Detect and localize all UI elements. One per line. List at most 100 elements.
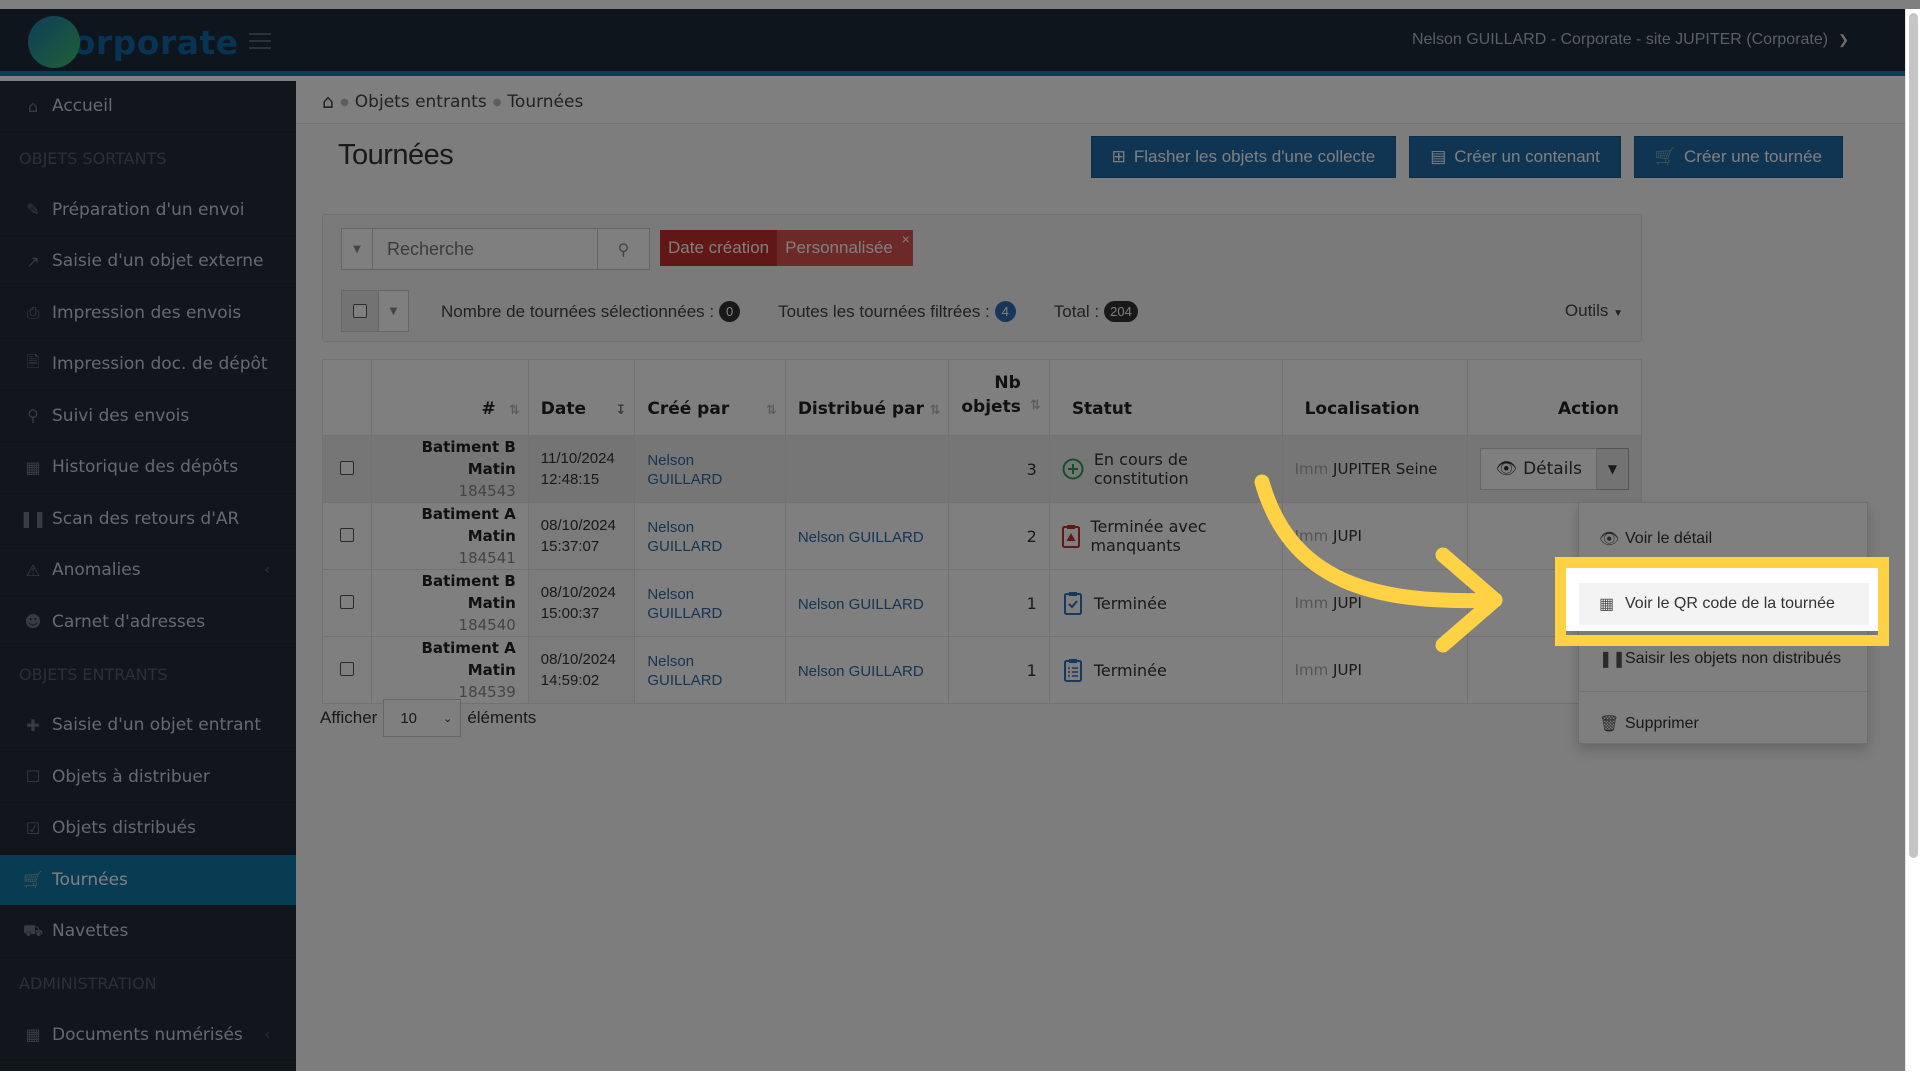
- distributed-by-link[interactable]: Nelson GUILLARD: [798, 663, 924, 680]
- menu-item-enter-undistributed[interactable]: ❚❚ Saisir les objets non distribués: [1579, 639, 1867, 679]
- column-id[interactable]: # ⇅: [371, 359, 529, 436]
- column-nb-objects[interactable]: Nb objets ⇅: [948, 359, 1050, 436]
- sidebar-item-print-deposit[interactable]: 🗎 Impression doc. de dépôt: [0, 339, 296, 391]
- cart-icon: 🛒: [23, 870, 43, 890]
- scrollbar-thumb[interactable]: [1909, 13, 1918, 858]
- menu-item-view-detail[interactable]: 👁 Voir le détail: [1579, 519, 1867, 559]
- qrcode-icon: ▦: [1599, 596, 1615, 613]
- row-checkbox[interactable]: [340, 527, 355, 542]
- page-size-control: Afficher 10 ⌄ éléments: [320, 699, 536, 737]
- location-text: JUPI: [1333, 661, 1362, 679]
- tour-time: 15:00:37: [540, 605, 600, 622]
- flash-collection-button[interactable]: ⊞ Flasher les objets d'une collecte: [1090, 136, 1397, 178]
- filter-tag-date[interactable]: Date création Personnalisée ×: [660, 230, 913, 266]
- search-button[interactable]: ⚲: [598, 228, 650, 270]
- sidebar-item-ar-scan[interactable]: ❚❚ Scan des retours d'AR: [0, 494, 296, 545]
- breadcrumb: ⌂ ● Objets entrants ● Tournées: [296, 81, 1905, 124]
- tools-dropdown[interactable]: Outils ▼: [1565, 301, 1623, 321]
- truck-icon: ⛟: [22, 920, 44, 940]
- select-all-checkbox[interactable]: [341, 290, 379, 332]
- search-input[interactable]: [373, 228, 598, 270]
- total-count: Total :204: [1054, 301, 1138, 322]
- distributed-by-link[interactable]: Nelson GUILLARD: [798, 529, 924, 546]
- sidebar-item-scanned-documents[interactable]: ▦ Documents numérisés ‹: [0, 1010, 296, 1061]
- filter-tag-key: Date création: [660, 230, 778, 266]
- tour-id: 184541: [458, 549, 516, 567]
- sidebar-item-external-object[interactable]: ↗ Saisie d'un objet externe: [0, 236, 296, 288]
- create-container-button[interactable]: ▤ Créer un contenant: [1409, 136, 1621, 178]
- sort-desc-icon: ↧: [615, 403, 627, 418]
- table-row[interactable]: Batiment A Matin 184541 08/10/2024 15:37:0…: [321, 502, 1642, 570]
- nb-objects: 1: [948, 636, 1050, 704]
- sidebar-item-incoming-entry[interactable]: ✚ Saisie d'un objet entrant: [0, 700, 296, 752]
- created-by-link[interactable]: Nelson GUILLARD: [647, 586, 722, 622]
- clipboard-list-icon: [1062, 658, 1084, 682]
- column-distributed-by[interactable]: Distribué par ⇅: [784, 359, 950, 436]
- home-icon[interactable]: ⌂: [322, 91, 334, 113]
- distributed-by-link[interactable]: Nelson GUILLARD: [798, 596, 924, 613]
- breadcrumb-incoming[interactable]: Objets entrants: [355, 92, 487, 112]
- search-icon: ⚲: [617, 239, 630, 259]
- sidebar-item-preparation[interactable]: ✎ Préparation d'un envoi: [0, 185, 296, 236]
- sidebar-section-incoming: OBJETS ENTRANTS: [19, 664, 168, 684]
- create-tour-button[interactable]: 🛒 Créer une tournée: [1633, 136, 1843, 178]
- tour-name: Batiment A Matin: [421, 639, 516, 679]
- spotlight-menu-item[interactable]: ▦ Voir le QR code de la tournée: [1562, 568, 1882, 631]
- plus-icon: ✚: [26, 715, 40, 735]
- sidebar-item-home[interactable]: ⌂ Accueil: [0, 81, 296, 133]
- sidebar-item-tournees[interactable]: 🛒 Tournées: [0, 854, 296, 906]
- pencil-icon: ✎: [26, 200, 40, 220]
- cart-plus-icon: 🛒: [1654, 147, 1677, 166]
- bulk-select-group: ▼: [341, 290, 409, 332]
- page-size-select[interactable]: 10 ⌄: [383, 699, 462, 737]
- sidebar-section-admin: ADMINISTRATION: [19, 974, 157, 993]
- created-by-link[interactable]: Nelson GUILLARD: [647, 452, 722, 488]
- sidebar-item-deposit-history[interactable]: ▦ Historique des dépôts: [0, 442, 296, 494]
- status-text: Terminée: [1093, 660, 1167, 680]
- tour-time: 12:48:15: [540, 471, 600, 488]
- row-checkbox[interactable]: [340, 594, 355, 609]
- menu-toggle-icon[interactable]: [249, 33, 271, 49]
- page-scrollbar[interactable]: [1905, 9, 1920, 1071]
- top-border: [0, 0, 1920, 9]
- menu-item-delete[interactable]: 🗑 Supprimer: [1579, 704, 1867, 744]
- location-text: JUPITER Seine: [1333, 460, 1438, 478]
- details-button[interactable]: 👁 Détails: [1480, 448, 1597, 490]
- breadcrumb-current: Tournées: [507, 92, 584, 112]
- row-checkbox[interactable]: [340, 460, 355, 475]
- sidebar-item-anomalies[interactable]: ⚠ Anomalies ‹: [0, 545, 296, 597]
- sidebar-item-shuttles[interactable]: ⛟ Navettes: [0, 906, 296, 958]
- sidebar-item-distributed[interactable]: ☑ Objets distribués: [0, 803, 296, 855]
- spotlight-qr-code-item[interactable]: ▦ Voir le QR code de la tournée: [1579, 583, 1869, 625]
- users-icon: ☻: [24, 612, 42, 632]
- page-title: Tournées: [338, 139, 454, 171]
- sidebar-item-tracking[interactable]: ⚲ Suivi des envois: [0, 391, 296, 442]
- document-icon: 🗎: [26, 351, 40, 371]
- selected-count: Nombre de tournées sélectionnées :0: [441, 301, 741, 322]
- external-link-icon: ↗: [26, 251, 40, 271]
- sidebar-item-address-book[interactable]: ☻ Carnet d'adresses: [0, 597, 296, 648]
- selected-count-badge: 0: [719, 301, 741, 322]
- table-grid-icon: ⊞: [1111, 147, 1126, 166]
- filtered-count[interactable]: Toutes les tournées filtrées :4: [778, 301, 1016, 322]
- details-dropdown-toggle[interactable]: ▼: [1597, 448, 1629, 490]
- search-options-dropdown[interactable]: ▼: [341, 228, 373, 270]
- app-logo[interactable]: Corporate: [28, 14, 239, 70]
- column-date[interactable]: Date ↧: [527, 359, 636, 436]
- total-count-badge: 204: [1104, 301, 1138, 322]
- table-row[interactable]: Batiment B Matin 184543 11/10/2024 12:48:1…: [321, 435, 1642, 503]
- created-by-link[interactable]: Nelson GUILLARD: [647, 653, 722, 689]
- created-by-link[interactable]: Nelson GUILLARD: [647, 519, 722, 555]
- chevron-down-icon: ⌄: [443, 712, 453, 725]
- table-row[interactable]: Batiment B Matin 184540 08/10/2024 15:00:3…: [321, 569, 1642, 637]
- sidebar-section-outgoing: OBJETS SORTANTS: [19, 149, 167, 168]
- row-checkbox[interactable]: [340, 661, 355, 676]
- sidebar-item-print-shipments[interactable]: ⎙ Impression des envois: [0, 288, 296, 339]
- user-menu[interactable]: Nelson GUILLARD - Corporate - site JUPIT…: [1412, 31, 1849, 49]
- table-row[interactable]: Batiment A Matin 184539 08/10/2024 14:59:0…: [321, 636, 1642, 704]
- close-icon[interactable]: ×: [902, 231, 910, 247]
- column-created-by[interactable]: Créé par ⇅: [634, 359, 786, 436]
- eye-icon: 👁: [1495, 459, 1518, 479]
- select-options-dropdown[interactable]: ▼: [379, 290, 409, 332]
- sidebar-item-to-distribute[interactable]: ☐ Objets à distribuer: [0, 752, 296, 803]
